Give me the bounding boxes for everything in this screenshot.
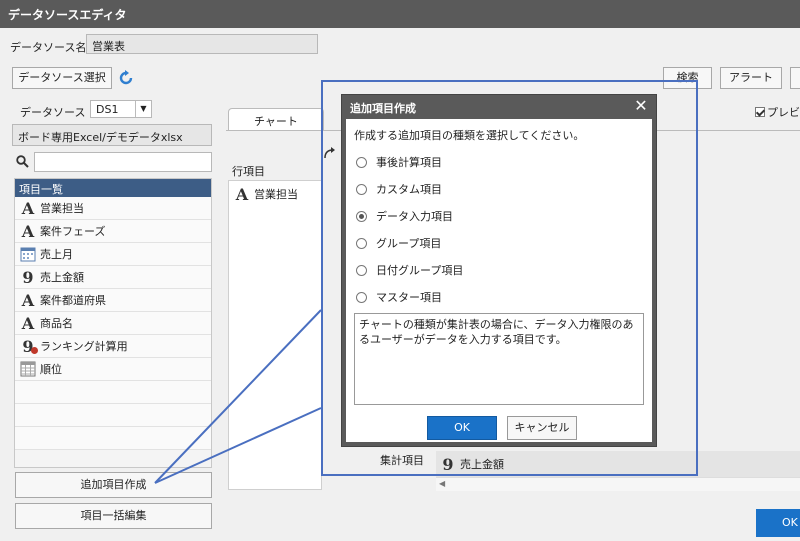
- item-search-input[interactable]: [34, 152, 212, 172]
- number-type-icon: 9: [22, 267, 34, 287]
- radio-button-selected[interactable]: [356, 210, 367, 222]
- list-item[interactable]: 9 売上金額: [15, 266, 211, 289]
- list-item-label: 営業担当: [40, 202, 84, 215]
- list-item[interactable]: A 営業担当: [15, 197, 211, 220]
- aggregate-item-chip[interactable]: 9 売上金額: [436, 451, 800, 477]
- text-type-icon: A: [21, 313, 35, 333]
- item-list: 項目一覧 A 営業担当 A 案件フェーズ 売上月 9 売上金額 A 案件都道府県…: [14, 178, 212, 468]
- calculated-number-icon: 9: [20, 337, 38, 356]
- scroll-left-icon[interactable]: ◀: [439, 479, 445, 488]
- refresh-icon[interactable]: [118, 70, 134, 86]
- list-item[interactable]: A 案件都道府県: [15, 289, 211, 312]
- table-grid-icon: [20, 361, 36, 377]
- row-items-label: 行項目: [232, 165, 265, 178]
- aggregate-items-label: 集計項目: [380, 454, 424, 467]
- add-item-button[interactable]: 追加項目作成: [15, 472, 212, 498]
- text-type-icon: A: [21, 221, 35, 241]
- radio-label: 日付グループ項目: [376, 264, 464, 277]
- list-item-label: 案件フェーズ: [40, 225, 106, 238]
- datasource-select[interactable]: DS1 ▼: [90, 100, 152, 118]
- preview-label: プレビュ: [767, 106, 800, 119]
- list-item[interactable]: 売上月: [15, 243, 211, 266]
- list-item: [15, 381, 211, 404]
- row-item-chip-label: 営業担当: [254, 188, 298, 201]
- dialog-title: 追加項目作成: [350, 102, 416, 115]
- dialog-title-bar: 追加項目作成 ✕: [342, 95, 656, 118]
- text-type-icon: A: [21, 290, 35, 310]
- list-item: [15, 404, 211, 427]
- tab-chart[interactable]: チャート: [228, 108, 324, 130]
- preview-toggle[interactable]: プレビュ: [755, 104, 800, 120]
- select-datasource-button[interactable]: データソース選択: [12, 67, 112, 89]
- horizontal-scrollbar[interactable]: ◀: [436, 477, 800, 491]
- datasource-select-value: DS1: [96, 103, 119, 116]
- radio-option[interactable]: グループ項目: [356, 235, 441, 251]
- row-item-chip[interactable]: A 営業担当: [234, 184, 298, 204]
- radio-button[interactable]: [356, 156, 367, 168]
- radio-button[interactable]: [356, 291, 367, 303]
- list-item-label: 案件都道府県: [40, 294, 106, 307]
- add-item-dialog: 追加項目作成 ✕ 作成する追加項目の種類を選択してください。 事後計算項目 カス…: [341, 94, 657, 447]
- radio-label: グループ項目: [376, 237, 442, 250]
- radio-button[interactable]: [356, 237, 367, 249]
- calendar-icon: [20, 247, 36, 262]
- radio-option[interactable]: カスタム項目: [356, 181, 442, 197]
- radio-option[interactable]: マスター項目: [356, 289, 442, 305]
- more-button[interactable]: [790, 67, 800, 89]
- dialog-description: 作成する追加項目の種類を選択してください。: [354, 129, 585, 142]
- text-type-icon: A: [235, 184, 249, 204]
- number-type-icon: 9: [442, 454, 454, 474]
- dialog-body: 作成する追加項目の種類を選択してください。 事後計算項目 カスタム項目 データ入…: [346, 119, 652, 442]
- list-item-label: 順位: [40, 363, 62, 376]
- list-item-label: 商品名: [40, 317, 73, 330]
- dialog-ok-button[interactable]: OK: [427, 416, 497, 440]
- list-item[interactable]: 9 ランキング計算用: [15, 335, 211, 358]
- footer-ok-button[interactable]: OK: [756, 509, 800, 537]
- list-item: [15, 427, 211, 450]
- radio-label: 事後計算項目: [376, 156, 442, 169]
- bulk-edit-items-button[interactable]: 項目一括編集: [15, 503, 212, 529]
- aggregate-item-chip-label: 売上金額: [460, 458, 504, 471]
- list-item[interactable]: 順位: [15, 358, 211, 381]
- radio-button[interactable]: [356, 183, 367, 195]
- swap-axes-icon[interactable]: [322, 146, 336, 160]
- search-button[interactable]: 検索: [663, 67, 712, 89]
- radio-label: データ入力項目: [376, 210, 453, 223]
- option-explanation-text: チャートの種類が集計表の場合に、データ入力権限のあるユーザーがデータを入力する項…: [354, 313, 644, 405]
- alert-button[interactable]: アラート: [720, 67, 782, 89]
- datasource-label: データソース: [20, 106, 86, 119]
- datasource-name-field[interactable]: 営業表: [86, 34, 318, 54]
- row-items-drop-zone[interactable]: [228, 180, 322, 490]
- list-item[interactable]: A 案件フェーズ: [15, 220, 211, 243]
- close-icon[interactable]: ✕: [632, 97, 650, 115]
- list-item-label: 売上月: [40, 248, 73, 261]
- radio-option[interactable]: 事後計算項目: [356, 154, 442, 170]
- radio-option[interactable]: 日付グループ項目: [356, 262, 463, 278]
- radio-option[interactable]: データ入力項目: [356, 208, 453, 224]
- radio-button[interactable]: [356, 264, 367, 276]
- item-list-header: 項目一覧: [15, 179, 211, 197]
- list-item[interactable]: A 商品名: [15, 312, 211, 335]
- search-icon: [16, 155, 29, 168]
- list-item-label: ランキング計算用: [40, 340, 128, 353]
- text-type-icon: A: [21, 198, 35, 218]
- preview-checkbox[interactable]: [755, 107, 765, 117]
- datasource-file-path: ボード専用Excel/デモデータxlsx: [12, 124, 212, 146]
- datasource-name-label: データソース名: [10, 41, 87, 54]
- list-item-label: 売上金額: [40, 271, 84, 284]
- chevron-down-icon[interactable]: ▼: [135, 101, 151, 117]
- window-title: データソースエディタ: [0, 0, 800, 28]
- dialog-cancel-button[interactable]: キャンセル: [507, 416, 577, 440]
- radio-label: カスタム項目: [376, 183, 442, 196]
- radio-label: マスター項目: [376, 291, 442, 304]
